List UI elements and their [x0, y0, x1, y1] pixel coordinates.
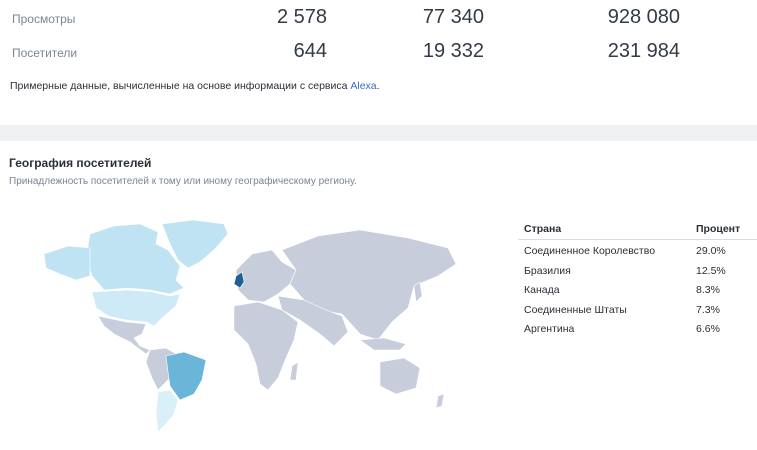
country-percent: 6.6%	[696, 323, 720, 335]
country-percent: 12.5%	[696, 264, 726, 277]
table-row: Аргентина 6.6%	[518, 318, 757, 338]
map-africa[interactable]	[233, 301, 299, 391]
map-madagascar[interactable]	[289, 361, 299, 381]
country-percent: 8.3%	[696, 284, 720, 296]
views-value-2: 77 340	[422, 6, 484, 28]
visitors-label: Посетители	[12, 46, 78, 60]
note-suffix: .	[376, 80, 380, 92]
map-australia[interactable]	[379, 357, 421, 395]
country-name: Аргентина	[524, 323, 575, 335]
table-row: Соединенные Штаты 7.3%	[518, 299, 757, 319]
map-alaska[interactable]	[43, 245, 91, 281]
table-row: Бразилия 12.5%	[518, 260, 757, 280]
map-indonesia[interactable]	[359, 337, 407, 351]
data-source-note: Примерные данные, вычисленные на основе …	[10, 80, 380, 92]
visitors-value-1: 644	[293, 40, 327, 62]
geo-subtitle: Принадлежность посетителей к тому или ин…	[9, 176, 357, 187]
table-row: Канада 8.3%	[518, 279, 757, 299]
table-row: Соединенное Королевство 29.0%	[518, 240, 757, 260]
map-europe[interactable]	[235, 249, 297, 303]
views-value-3: 928 080	[607, 6, 680, 28]
country-percent: 7.3%	[696, 303, 720, 316]
visitors-value-3: 231 984	[607, 40, 680, 62]
world-map[interactable]	[28, 210, 464, 440]
country-name: Соединенные Штаты	[524, 303, 627, 316]
section-separator	[0, 125, 757, 141]
country-name: Соединенное Королевство	[524, 245, 656, 257]
country-header: Страна	[524, 223, 562, 235]
table-header: Страна Процент	[518, 218, 757, 240]
note-text: Примерные данные, вычисленные на основе …	[10, 80, 351, 92]
views-value-1: 2 578	[276, 6, 327, 28]
percent-header: Процент	[696, 223, 741, 235]
map-japan[interactable]	[413, 281, 423, 303]
country-name: Бразилия	[524, 264, 571, 277]
map-argentina[interactable]	[155, 389, 179, 433]
views-label: Просмотры	[12, 12, 76, 26]
geo-title: География посетителей	[9, 156, 152, 170]
country-name: Канада	[524, 284, 560, 296]
map-new-zealand[interactable]	[435, 393, 445, 409]
visitors-row: Посетители 644 19 332 231 984	[0, 36, 757, 68]
visitors-value-2: 19 332	[422, 40, 484, 62]
alexa-link[interactable]: Alexa	[350, 80, 376, 92]
country-table: Страна Процент Соединенное Королевство 2…	[518, 218, 757, 338]
country-percent: 29.0%	[696, 245, 726, 257]
views-row: Просмотры 2 578 77 340 928 080	[0, 2, 757, 34]
